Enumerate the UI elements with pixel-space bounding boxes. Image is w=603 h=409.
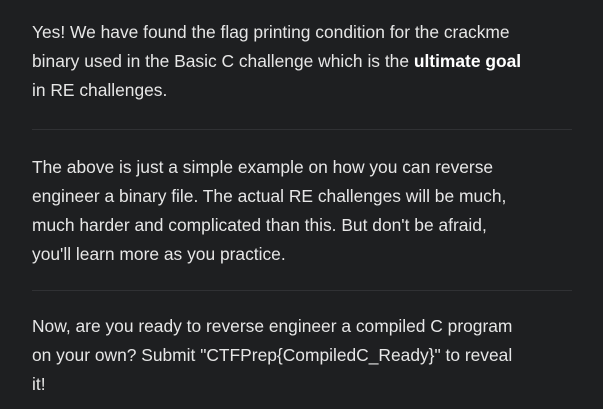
paragraph-line: on your own? Submit "CTFPrep{CompiledC_R… (32, 345, 513, 365)
paragraph-line: binary used in the Basic C challenge whi… (32, 47, 592, 76)
section-divider (32, 290, 572, 291)
emphasis-text: ultimate goal (413, 51, 522, 71)
paragraph-text: binary used in the Basic C challenge whi… (32, 51, 414, 71)
section-divider (32, 129, 572, 130)
paragraph-line: engineer a binary file. The actual RE ch… (32, 186, 507, 206)
paragraph-line: Yes! We have found the flag printing con… (32, 22, 510, 42)
paragraph-submit-prompt: Now, are you ready to reverse engineer a… (32, 312, 592, 399)
paragraph-line: Now, are you ready to reverse engineer a… (32, 316, 513, 336)
paragraph-line: you'll learn more as you practice. (32, 244, 286, 264)
paragraph-line: The above is just a simple example on ho… (32, 157, 494, 177)
paragraph-flag-found: Yes! We have found the flag printing con… (32, 18, 592, 105)
challenge-content: Yes! We have found the flag printing con… (0, 0, 603, 409)
paragraph-line: in RE challenges. (32, 80, 168, 100)
paragraph-example-note: The above is just a simple example on ho… (32, 153, 592, 269)
paragraph-line: it! (32, 374, 46, 394)
paragraph-line: much harder and complicated than this. B… (32, 215, 487, 235)
